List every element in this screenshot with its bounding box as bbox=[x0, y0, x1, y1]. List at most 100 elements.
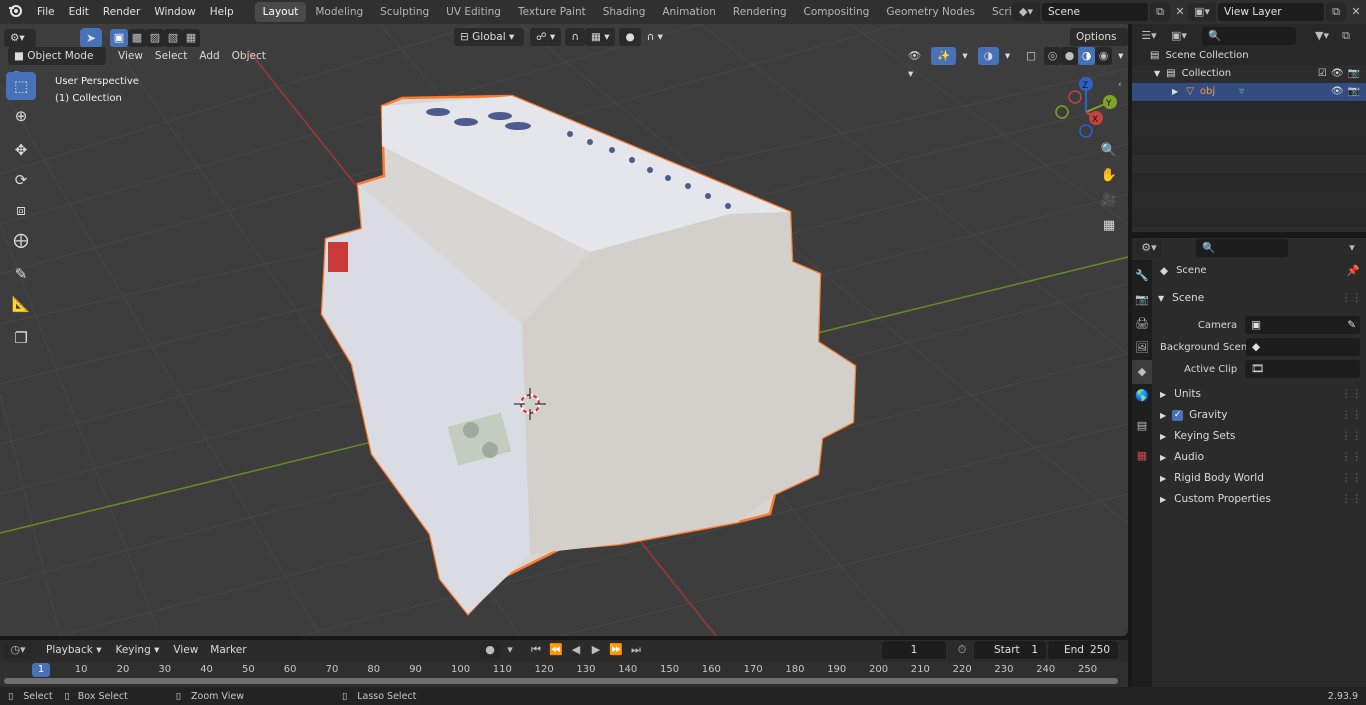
collection-visibility-icon[interactable]: 👁 bbox=[1331, 65, 1344, 83]
mode-subtract-icon[interactable]: ▨ bbox=[146, 29, 164, 47]
audio-expand-icon[interactable]: ▶ bbox=[1160, 447, 1166, 468]
world-tab-icon[interactable]: 🌎 bbox=[1132, 384, 1152, 408]
properties-search-input[interactable]: 🔍 bbox=[1196, 239, 1288, 257]
start-frame-field[interactable]: Start 1 bbox=[974, 641, 1046, 659]
blender-logo-icon[interactable] bbox=[0, 3, 30, 21]
timeline-scrollbar[interactable] bbox=[4, 678, 1118, 684]
viewport-menu-object[interactable]: Object bbox=[226, 47, 272, 65]
new-collection-icon[interactable]: ⧉ bbox=[1336, 27, 1356, 45]
pin-icon[interactable]: 📌 bbox=[1347, 264, 1360, 277]
camera-view-icon[interactable]: 🎥 bbox=[1097, 190, 1121, 212]
neg-y-axis-icon[interactable] bbox=[1055, 105, 1069, 119]
pivot-point-icon[interactable]: ☍ ▾ bbox=[530, 28, 562, 46]
menu-edit[interactable]: Edit bbox=[62, 0, 96, 24]
outliner-search-input[interactable]: 🔍 bbox=[1202, 27, 1296, 45]
units-expand-icon[interactable]: ▶ bbox=[1160, 384, 1166, 405]
output-tab-icon[interactable]: 🖨 bbox=[1132, 312, 1152, 336]
tab-sculpting[interactable]: Sculpting bbox=[372, 2, 437, 22]
overlays-menu-icon[interactable]: ▾ bbox=[999, 47, 1016, 65]
tab-compositing[interactable]: Compositing bbox=[796, 2, 878, 22]
snap-icon[interactable]: ∩ bbox=[565, 28, 585, 46]
gizmo-menu-icon[interactable]: ▾ bbox=[956, 47, 973, 65]
jump-end-icon[interactable]: ⏭ bbox=[626, 641, 646, 659]
measure-tool-icon[interactable]: 📐 bbox=[6, 290, 36, 318]
xray-icon[interactable]: □ bbox=[1020, 47, 1042, 65]
frame-ruler[interactable]: 1 10 20 30 40 50 60 70 80 90 100 110 120 130 140 150 16… bbox=[0, 662, 1128, 687]
navigation-gizmo[interactable]: Z Y X bbox=[1052, 74, 1122, 140]
scale-tool-icon[interactable]: ⧈ bbox=[6, 196, 36, 224]
subpanel-custom-properties[interactable]: ▶ Custom Properties ⋮⋮ bbox=[1160, 489, 1362, 510]
menu-window[interactable]: Window bbox=[147, 0, 202, 24]
select-box-tool-icon[interactable]: ⬚ bbox=[6, 72, 36, 100]
add-cube-tool-icon[interactable]: ❐ bbox=[6, 324, 36, 352]
active-clip-field[interactable]: 🎞 bbox=[1245, 360, 1360, 378]
viewport-menu-select[interactable]: Select bbox=[149, 47, 193, 65]
scene-icon[interactable]: ◆▾ bbox=[1012, 3, 1040, 21]
texture-tab-icon[interactable]: ▦ bbox=[1132, 444, 1152, 468]
scene-name-field[interactable]: Scene bbox=[1042, 3, 1148, 21]
subpanel-rigid-body-world[interactable]: ▶ Rigid Body World ⋮⋮ bbox=[1160, 468, 1362, 489]
next-keyframe-icon[interactable]: ⏩ bbox=[606, 641, 626, 659]
play-reverse-icon[interactable]: ◀ bbox=[566, 641, 586, 659]
copy-view-layer-icon[interactable]: ⧉ bbox=[1326, 3, 1346, 21]
collection-render-icon[interactable]: 📷 bbox=[1348, 65, 1360, 83]
overlays-toggle-icon[interactable]: ◑ bbox=[977, 47, 999, 65]
custom-properties-drag-icon[interactable]: ⋮⋮ bbox=[1341, 489, 1362, 510]
view-layer-icon[interactable]: ▣▾ bbox=[1188, 3, 1216, 21]
falloff-icon[interactable]: ∩ ▾ bbox=[641, 28, 669, 46]
gravity-drag-icon[interactable]: ⋮⋮ bbox=[1341, 405, 1362, 426]
obj-visibility-icon[interactable]: 👁 bbox=[1331, 83, 1344, 101]
mode-extend-icon[interactable]: ▩ bbox=[128, 29, 146, 47]
end-frame-field[interactable]: End 250 bbox=[1048, 641, 1118, 659]
tab-texture-paint[interactable]: Texture Paint bbox=[510, 2, 594, 22]
audio-drag-icon[interactable]: ⋮⋮ bbox=[1341, 447, 1362, 468]
tab-shading[interactable]: Shading bbox=[595, 2, 654, 22]
properties-options-icon[interactable]: ▾ bbox=[1342, 239, 1362, 257]
transform-orientation-dropdown[interactable]: ⊟ Global ▾ bbox=[454, 28, 524, 46]
selected-object-obj[interactable] bbox=[320, 94, 857, 616]
tab-modeling[interactable]: Modeling bbox=[307, 2, 371, 22]
exclude-checkbox-icon[interactable]: ☑ bbox=[1318, 65, 1327, 83]
outliner-row-scene-collection[interactable]: ▤ Scene Collection bbox=[1132, 47, 1366, 65]
mode-new-icon[interactable]: ▣ bbox=[110, 29, 128, 47]
tab-layout[interactable]: Layout bbox=[254, 2, 307, 22]
play-icon[interactable]: ▶ bbox=[586, 641, 606, 659]
scene-panel-expand-icon[interactable]: ▼ bbox=[1158, 288, 1164, 309]
timeline-menu-keying[interactable]: Keying ▾ bbox=[109, 641, 166, 659]
obj-render-icon[interactable]: 📷 bbox=[1348, 83, 1360, 101]
gravity-checkbox[interactable]: ✓ bbox=[1172, 410, 1184, 421]
wireframe-shading-icon[interactable]: ◎ bbox=[1044, 47, 1062, 65]
preview-range-clock-icon[interactable]: ⏱ bbox=[952, 641, 972, 659]
transform-tool-icon[interactable]: ⨁ bbox=[6, 226, 36, 254]
shading-menu-icon[interactable]: ▾ bbox=[1112, 47, 1128, 65]
prev-keyframe-icon[interactable]: ⏪ bbox=[546, 641, 566, 659]
timeline-menu-playback[interactable]: Playback ▾ bbox=[40, 641, 108, 659]
timeline-menu-marker[interactable]: Marker bbox=[204, 641, 252, 659]
cursor-tool-icon[interactable]: ⊕ bbox=[6, 102, 36, 130]
filter-icon[interactable]: ▼▾ bbox=[1308, 27, 1336, 45]
rigid-body-expand-icon[interactable]: ▶ bbox=[1160, 468, 1166, 489]
keying-sets-expand-icon[interactable]: ▶ bbox=[1160, 426, 1166, 447]
zoom-icon[interactable]: 🔍 bbox=[1097, 140, 1121, 162]
current-frame-field[interactable]: 1 bbox=[882, 641, 946, 659]
solid-shading-icon[interactable]: ● bbox=[1061, 47, 1079, 65]
custom-properties-expand-icon[interactable]: ▶ bbox=[1160, 489, 1166, 510]
move-tool-icon[interactable]: ✥ bbox=[6, 136, 36, 164]
jump-start-icon[interactable]: ⏮ bbox=[526, 641, 546, 659]
subpanel-audio[interactable]: ▶ Audio ⋮⋮ bbox=[1160, 447, 1362, 468]
mesh-data-icon[interactable]: ▿ bbox=[1239, 83, 1244, 101]
playhead-marker[interactable]: 1 bbox=[32, 663, 50, 677]
outliner-row-obj[interactable]: ▶ ▽ obj ▿ 👁 📷 bbox=[1132, 83, 1366, 101]
editor-type-icon[interactable]: ⚙▾ bbox=[4, 29, 36, 47]
visibility-icon[interactable]: 👁▾ bbox=[902, 47, 927, 80]
units-drag-icon[interactable]: ⋮⋮ bbox=[1341, 384, 1362, 405]
viewport-menu-view[interactable]: View bbox=[112, 47, 149, 65]
mode-difference-icon[interactable]: ▧ bbox=[164, 29, 182, 47]
mode-intersect-icon[interactable]: ▦ bbox=[182, 29, 200, 47]
rendered-shading-icon[interactable]: ◉ bbox=[1095, 47, 1113, 65]
viewport-menu-add[interactable]: Add bbox=[193, 47, 225, 65]
neg-z-axis-icon[interactable] bbox=[1079, 124, 1093, 138]
display-mode-icon[interactable]: ▣▾ bbox=[1166, 27, 1192, 45]
tab-uv-editing[interactable]: UV Editing bbox=[438, 2, 509, 22]
view-layer-field[interactable]: View Layer bbox=[1218, 3, 1324, 21]
